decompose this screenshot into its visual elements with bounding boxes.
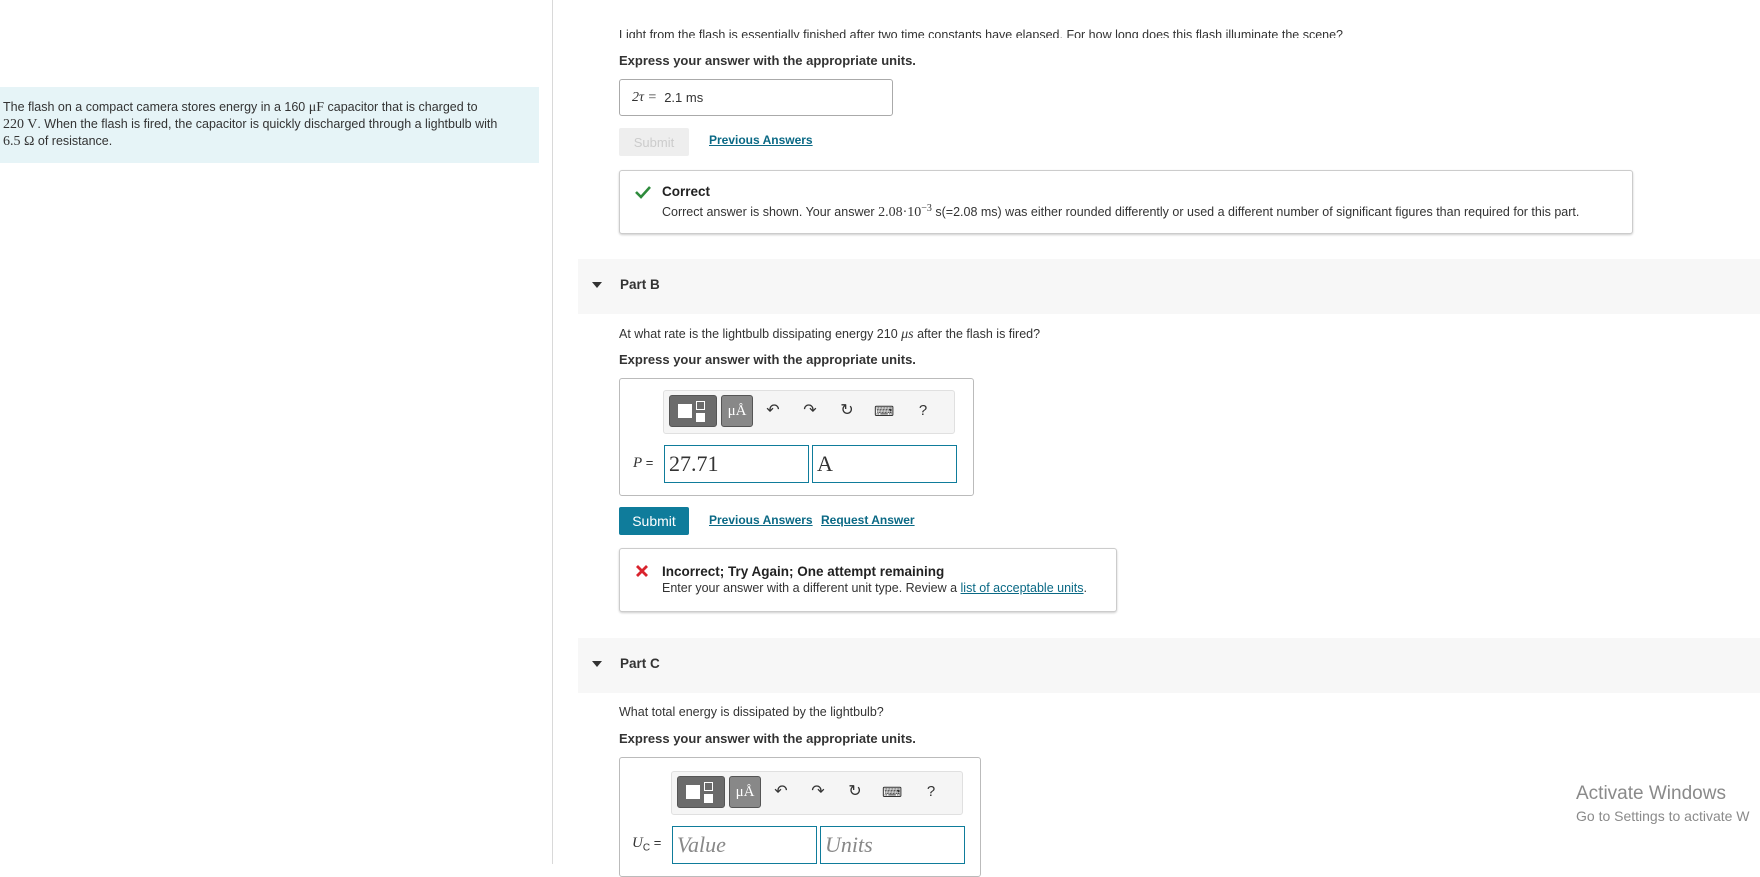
reset-icon[interactable]: ↻: [837, 401, 857, 421]
part-b-feedback-end: .: [1083, 581, 1088, 595]
redo-icon[interactable]: ↷: [800, 401, 820, 421]
part-c-variable-label: UC =: [632, 835, 661, 854]
part-b-feedback-message: Enter your answer with a different unit …: [662, 581, 1087, 595]
part-b-request-answer-link[interactable]: Request Answer: [821, 513, 915, 527]
part-c-header[interactable]: Part C: [578, 638, 1760, 693]
keyboard-icon[interactable]: ⌨: [874, 401, 894, 421]
help-button[interactable]: ?: [921, 782, 941, 802]
part-b-question-unit: μs: [901, 327, 914, 342]
x-icon: [636, 565, 648, 577]
part-c-title: Part C: [620, 656, 660, 671]
undo-icon[interactable]: ↶: [771, 782, 791, 802]
part-a-submit-button[interactable]: Submit: [619, 128, 689, 156]
check-icon: [635, 186, 651, 199]
part-b-express: Express your answer with the appropriate…: [619, 352, 916, 367]
part-c-units-input[interactable]: Units: [820, 826, 965, 864]
part-a-answer-label: 2τ =: [632, 89, 657, 105]
part-b-equals: =: [645, 455, 654, 470]
part-b-answer-panel: μÅ ↶ ↷ ↻ ⌨ ? P = 27.71 A: [619, 378, 974, 496]
part-c-answer-panel: μÅ ↶ ↷ ↻ ⌨ ? UC = Value Units: [619, 757, 981, 877]
acceptable-units-link[interactable]: list of acceptable units: [961, 581, 1084, 595]
part-b-previous-answers-link[interactable]: Previous Answers: [709, 513, 813, 527]
problem-statement: The flash on a compact camera stores ene…: [0, 87, 539, 163]
part-b-units-input[interactable]: A: [812, 445, 957, 483]
part-b-feedback-text: Enter your answer with a different unit …: [662, 581, 961, 595]
part-b-variable-label: P =: [633, 455, 653, 472]
help-button[interactable]: ?: [913, 401, 933, 421]
redo-icon[interactable]: ↷: [808, 782, 828, 802]
part-c-value-input[interactable]: Value: [672, 826, 817, 864]
problem-text-3: . When the flash is fired, the capacitor…: [37, 117, 498, 131]
resistance-value: 6.5 Ω: [3, 134, 35, 149]
part-a-feedback-text-1: Correct answer is shown. Your answer: [662, 205, 879, 220]
part-b-header[interactable]: Part B: [578, 259, 1760, 314]
capacitance-unit: μF: [308, 100, 325, 115]
watermark-subtitle: Go to Settings to activate W: [1576, 808, 1750, 824]
watermark-title: Activate Windows: [1576, 783, 1726, 804]
part-a-express: Express your answer with the appropriate…: [619, 53, 916, 68]
part-a-answer-value: 2.1 ms: [664, 90, 704, 105]
part-b-variable: P: [633, 455, 643, 471]
keyboard-icon[interactable]: ⌨: [882, 782, 902, 802]
part-a-feedback-exponent: −3: [921, 203, 932, 214]
part-b-question-text-1: At what rate is the lightbulb dissipatin…: [619, 327, 902, 341]
template-button[interactable]: [669, 395, 717, 427]
collapse-triangle-icon[interactable]: [592, 282, 602, 288]
template-button[interactable]: [677, 776, 725, 808]
part-b-value-input[interactable]: 27.71: [664, 445, 809, 483]
problem-pane: The flash on a compact camera stores ene…: [0, 0, 553, 864]
part-c-math-toolbar: μÅ ↶ ↷ ↻ ⌨ ?: [671, 771, 963, 815]
voltage-value: 220 V: [3, 117, 38, 132]
undo-icon[interactable]: ↶: [763, 401, 783, 421]
part-a-feedback-message: Correct answer is shown. Your answer 2.0…: [662, 203, 1579, 221]
reset-icon[interactable]: ↻: [845, 782, 865, 802]
part-c-equals: =: [653, 835, 662, 850]
part-b-question-text-2: after the flash is fired?: [913, 327, 1041, 341]
units-button[interactable]: μÅ: [729, 776, 761, 808]
part-a-feedback-value: 2.08·10: [878, 205, 922, 221]
part-b-title: Part B: [620, 277, 660, 292]
part-a-answer-box: 2τ = 2.1 ms: [619, 79, 893, 116]
part-b-math-toolbar: μÅ ↶ ↷ ↻ ⌨ ?: [663, 390, 955, 434]
part-b-feedback-title: Incorrect; Try Again; One attempt remain…: [662, 564, 945, 579]
collapse-triangle-icon[interactable]: [592, 661, 602, 667]
part-b-feedback: Incorrect; Try Again; One attempt remain…: [619, 548, 1117, 612]
units-button[interactable]: μÅ: [721, 395, 753, 427]
part-a-feedback-text-2: s(=2.08 ms) was either rounded different…: [931, 205, 1580, 220]
problem-text-1: The flash on a compact camera stores ene…: [3, 100, 309, 114]
part-b-submit-button[interactable]: Submit: [619, 507, 689, 535]
problem-text-4: of resistance.: [34, 134, 113, 148]
part-c-question: What total energy is dissipated by the l…: [619, 705, 884, 719]
part-b-question: At what rate is the lightbulb dissipatin…: [619, 327, 1040, 343]
part-c-variable-subscript: C: [642, 842, 651, 854]
part-a-feedback-title: Correct: [662, 184, 711, 199]
part-c-variable: U: [632, 835, 643, 851]
part-a-feedback: Correct Correct answer is shown. Your an…: [619, 170, 1633, 234]
main-content: Light from the flash is essentially fini…: [553, 0, 1760, 877]
part-c-express: Express your answer with the appropriate…: [619, 731, 916, 746]
problem-text-2: capacitor that is charged to: [324, 100, 478, 114]
part-a-previous-answers-link[interactable]: Previous Answers: [709, 133, 813, 147]
part-a-question: Light from the flash is essentially fini…: [619, 28, 1343, 38]
